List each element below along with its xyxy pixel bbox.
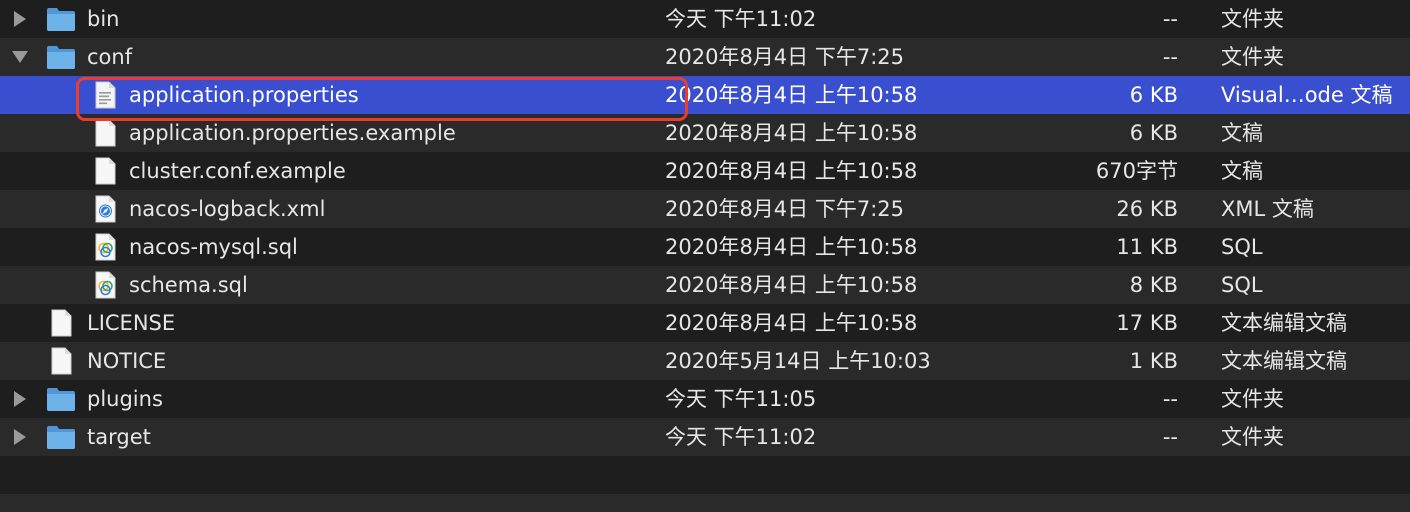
file-size: -- [1162, 425, 1178, 449]
date-modified: 2020年8月4日 上午10:58 [665, 311, 918, 335]
file-kind: Visual…ode 文稿 [1221, 83, 1393, 107]
date-modified: 今天 下午11:02 [665, 425, 817, 449]
file-kind: 文本编辑文稿 [1221, 311, 1347, 335]
list-item-bin[interactable]: bin 今天 下午11:02 -- 文件夹 [0, 0, 1410, 38]
date-modified: 2020年5月14日 上午10:03 [665, 349, 931, 373]
file-kind: XML 文稿 [1221, 197, 1314, 221]
sql-document-icon [95, 271, 116, 299]
date-modified: 今天 下午11:05 [665, 387, 817, 411]
chevron-down-icon [12, 51, 28, 63]
file-kind: 文件夹 [1221, 45, 1284, 69]
date-modified: 今天 下午11:02 [665, 7, 817, 31]
list-item-application-properties[interactable]: application.properties 2020年8月4日 上午10:58… [0, 76, 1410, 114]
file-kind: SQL [1221, 273, 1263, 297]
blank-document-icon [51, 309, 72, 337]
file-size: 6 KB [1129, 121, 1178, 145]
file-name: cluster.conf.example [129, 159, 346, 183]
file-size: -- [1162, 7, 1178, 31]
blank-document-icon [95, 119, 116, 147]
text-document-icon [95, 81, 116, 109]
empty-row [0, 494, 1410, 512]
blank-document-icon [95, 157, 116, 185]
folder-icon [47, 426, 75, 449]
list-item-target[interactable]: target 今天 下午11:02 -- 文件夹 [0, 418, 1410, 456]
list-item-schema-sql[interactable]: schema.sql 2020年8月4日 上午10:58 8 KB SQL [0, 266, 1410, 304]
date-modified: 2020年8月4日 下午7:25 [665, 45, 904, 69]
list-item-nacos-logback-xml[interactable]: nacos-logback.xml 2020年8月4日 下午7:25 26 KB… [0, 190, 1410, 228]
list-item-plugins[interactable]: plugins 今天 下午11:05 -- 文件夹 [0, 380, 1410, 418]
folder-icon [47, 388, 75, 411]
file-size: 1 KB [1129, 349, 1178, 373]
list-item-cluster-conf-example[interactable]: cluster.conf.example 2020年8月4日 上午10:58 6… [0, 152, 1410, 190]
file-size: 8 KB [1129, 273, 1178, 297]
file-kind: SQL [1221, 235, 1263, 259]
file-list: bin 今天 下午11:02 -- 文件夹 conf 2020年8月4日 下午7… [0, 0, 1410, 512]
file-name: application.properties.example [129, 121, 456, 145]
empty-row [0, 456, 1410, 494]
file-name: application.properties [129, 83, 359, 107]
disclosure-triangle[interactable] [10, 380, 30, 418]
disclosure-triangle[interactable] [10, 0, 30, 38]
date-modified: 2020年8月4日 上午10:58 [665, 83, 918, 107]
folder-icon [47, 46, 75, 69]
list-item-license[interactable]: LICENSE 2020年8月4日 上午10:58 17 KB 文本编辑文稿 [0, 304, 1410, 342]
file-size: -- [1162, 387, 1178, 411]
file-name: NOTICE [87, 349, 167, 373]
disclosure-triangle[interactable] [10, 38, 30, 76]
blank-document-icon [51, 347, 72, 375]
list-item-nacos-mysql-sql[interactable]: nacos-mysql.sql 2020年8月4日 上午10:58 11 KB … [0, 228, 1410, 266]
list-item-conf[interactable]: conf 2020年8月4日 下午7:25 -- 文件夹 [0, 38, 1410, 76]
file-kind: 文稿 [1221, 121, 1263, 145]
file-name: nacos-mysql.sql [129, 235, 298, 259]
file-name: target [87, 425, 151, 449]
file-name: nacos-logback.xml [129, 197, 326, 221]
file-size: -- [1162, 45, 1178, 69]
chevron-right-icon [14, 429, 26, 445]
date-modified: 2020年8月4日 上午10:58 [665, 273, 918, 297]
date-modified: 2020年8月4日 下午7:25 [665, 197, 904, 221]
file-size: 6 KB [1129, 83, 1178, 107]
date-modified: 2020年8月4日 上午10:58 [665, 235, 918, 259]
file-size: 17 KB [1116, 311, 1178, 335]
file-kind: 文件夹 [1221, 7, 1284, 31]
folder-icon [47, 8, 75, 31]
file-kind: 文件夹 [1221, 387, 1284, 411]
disclosure-triangle[interactable] [10, 418, 30, 456]
file-kind: 文件夹 [1221, 425, 1284, 449]
chevron-right-icon [14, 11, 26, 27]
file-name: conf [87, 45, 133, 69]
list-item-application-properties-example[interactable]: application.properties.example 2020年8月4日… [0, 114, 1410, 152]
file-size: 11 KB [1116, 235, 1178, 259]
file-size: 26 KB [1116, 197, 1178, 221]
date-modified: 2020年8月4日 上午10:58 [665, 159, 918, 183]
file-name: LICENSE [87, 311, 176, 335]
list-item-notice[interactable]: NOTICE 2020年5月14日 上午10:03 1 KB 文本编辑文稿 [0, 342, 1410, 380]
file-kind: 文本编辑文稿 [1221, 349, 1347, 373]
sql-document-icon [95, 233, 116, 261]
file-kind: 文稿 [1221, 159, 1263, 183]
file-name: plugins [87, 387, 163, 411]
file-name: bin [87, 7, 120, 31]
xml-document-icon [95, 195, 116, 223]
file-size: 670字节 [1095, 159, 1178, 183]
chevron-right-icon [14, 391, 26, 407]
file-name: schema.sql [129, 273, 248, 297]
date-modified: 2020年8月4日 上午10:58 [665, 121, 918, 145]
